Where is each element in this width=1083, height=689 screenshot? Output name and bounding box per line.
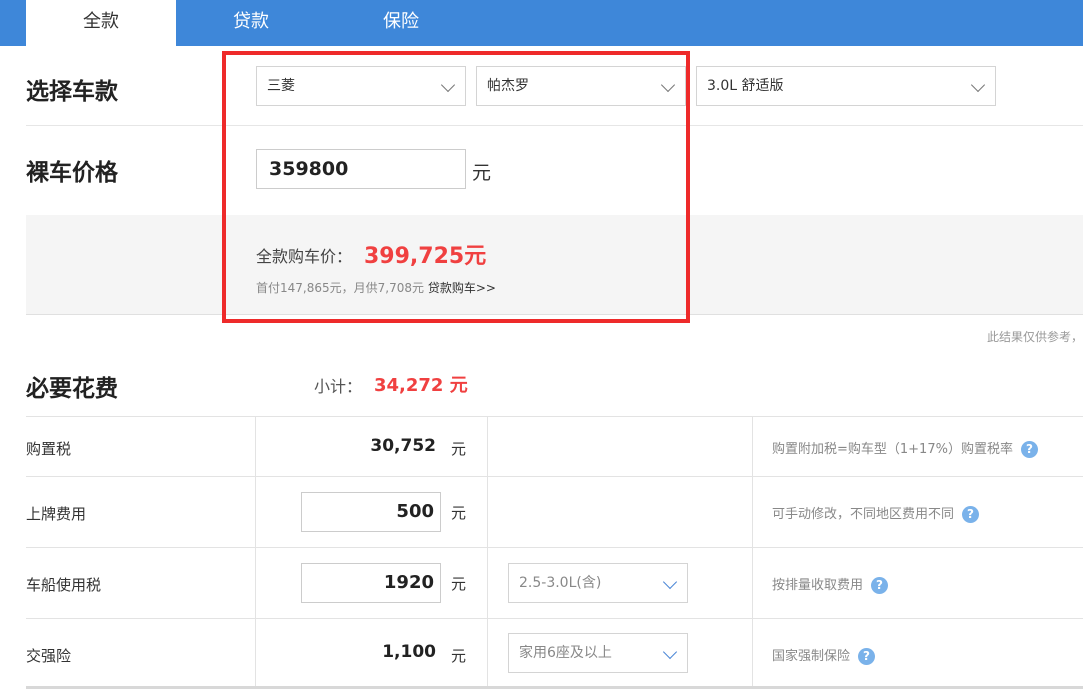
table-column-line [752,416,753,688]
table-line [26,476,1083,477]
summary-panel [26,215,1083,315]
tab-loan[interactable]: 贷款 [176,0,326,46]
loan-purchase-link[interactable]: 贷款购车>> [428,281,496,295]
select-car-heading: 选择车款 [26,79,118,105]
question-mark-icon[interactable]: ? [871,577,889,594]
table-column-line [487,416,488,688]
displacement-select-value: 2.5-3.0L(含) [519,575,602,591]
table-line [26,618,1083,619]
compulsory-insurance-note-text: 国家强制保险 [772,649,851,664]
compulsory-insurance-value: 1,100 [382,642,436,662]
vehicle-tax-note: 按排量收取费用? [772,574,889,594]
chevron-down-icon [662,574,678,590]
brand-select[interactable]: 三菱 [256,66,466,106]
tab-full-payment[interactable]: 全款 [26,0,176,46]
purchase-tax-label: 购置税 [26,440,72,458]
purchase-tax-note-text: 购置附加税=购车型（1+17%）购置税率 [772,442,1013,457]
license-fee-unit: 元 [451,504,467,522]
vehicle-tax-unit: 元 [451,575,467,593]
compulsory-insurance-unit: 元 [451,647,467,665]
license-fee-label: 上牌费用 [26,505,87,523]
compulsory-insurance-label: 交强险 [26,647,72,665]
table-column-line [255,416,256,688]
vehicle-tax-input[interactable]: 1920 [301,563,441,603]
displacement-select[interactable]: 2.5-3.0L(含) [508,563,688,603]
chevron-down-icon [662,644,678,660]
tab-insurance[interactable]: 保险 [326,0,476,46]
reference-note: 此结果仅供参考， [986,330,1083,344]
vehicle-tax-label: 车船使用税 [26,576,102,594]
total-price-label: 全款购车价： [256,247,353,266]
subtotal-value: 34,272 元 [374,375,468,396]
series-select[interactable]: 帕杰罗 [476,66,686,106]
tab-bar: 全款 贷款 保险 [0,0,1083,46]
required-fees-heading: 必要花费 [26,376,118,402]
compulsory-insurance-note: 国家强制保险? [772,645,876,665]
divider [26,125,1083,126]
model-select[interactable]: 3.0L 舒适版 [696,66,996,106]
chevron-down-icon [440,77,456,93]
question-mark-icon[interactable]: ? [858,648,876,665]
seat-type-select[interactable]: 家用6座及以上 [508,633,688,673]
table-line [26,416,1083,417]
purchase-tax-value: 30,752 [370,436,436,456]
license-fee-input[interactable]: 500 [301,492,441,532]
loan-info: 首付147,865元，月供7,708元 贷款购车>> [256,279,496,296]
seat-type-select-value: 家用6座及以上 [519,645,612,661]
brand-select-value: 三菱 [267,78,295,94]
purchase-tax-note: 购置附加税=购车型（1+17%）购置税率? [772,438,1038,458]
vehicle-tax-note-text: 按排量收取费用 [772,578,864,593]
model-select-value: 3.0L 舒适版 [707,78,784,94]
purchase-tax-unit: 元 [451,440,467,458]
question-mark-icon[interactable]: ? [1020,441,1038,458]
question-mark-icon[interactable]: ? [962,506,980,523]
series-select-value: 帕杰罗 [487,78,529,94]
subtotal-label: 小计： [314,377,363,396]
total-price-value: 399,725元 [364,244,487,269]
loan-info-text: 首付147,865元，月供7,708元 [256,281,424,295]
chevron-down-icon [970,77,986,93]
table-line [26,547,1083,548]
bare-price-heading: 裸车价格 [26,160,118,186]
bare-price-input[interactable]: 359800 [256,149,466,189]
price-unit: 元 [472,162,492,184]
license-fee-note: 可手动修改，不同地区费用不同? [772,503,980,523]
chevron-down-icon [660,77,676,93]
license-fee-note-text: 可手动修改，不同地区费用不同 [772,507,955,522]
